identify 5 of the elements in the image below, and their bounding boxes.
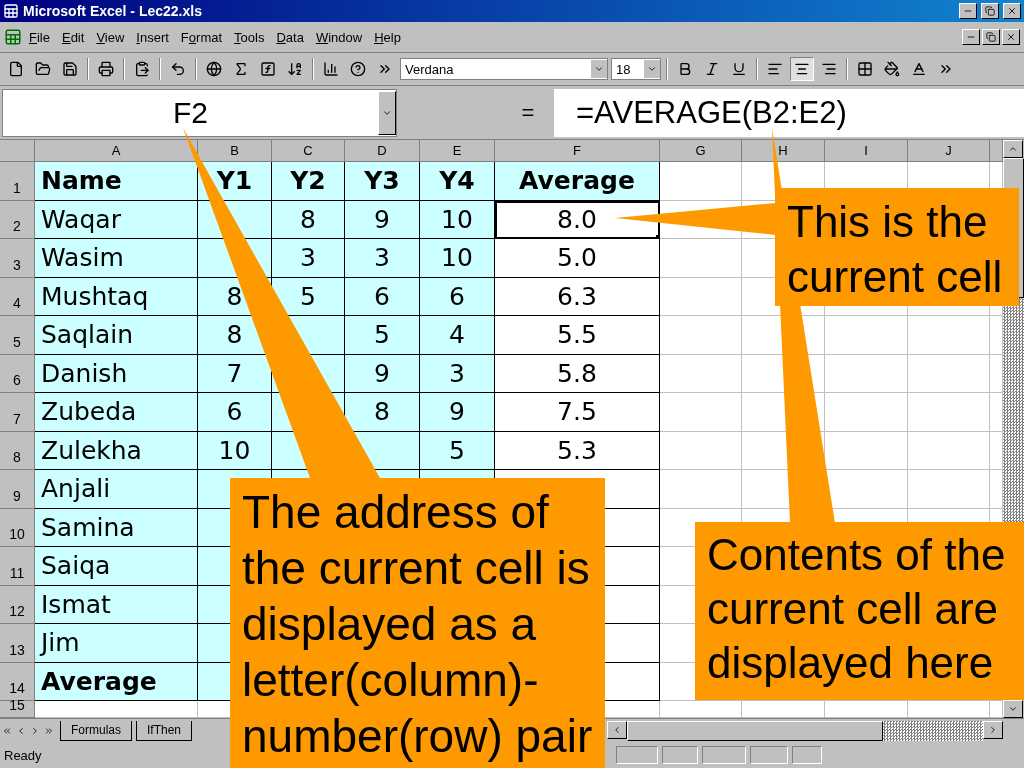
- status-text: Ready: [4, 747, 43, 763]
- callout-tooltip: The address of the current cell is displayed as a letter(column)-number(row) pair: [230, 478, 605, 768]
- window-title: Microsoft Excel - Lec22.xls: [23, 3, 203, 19]
- callout-tooltip: Contents of the current cell are displayed here: [695, 522, 1024, 700]
- callout-tooltip: This is the current cell: [775, 188, 1019, 306]
